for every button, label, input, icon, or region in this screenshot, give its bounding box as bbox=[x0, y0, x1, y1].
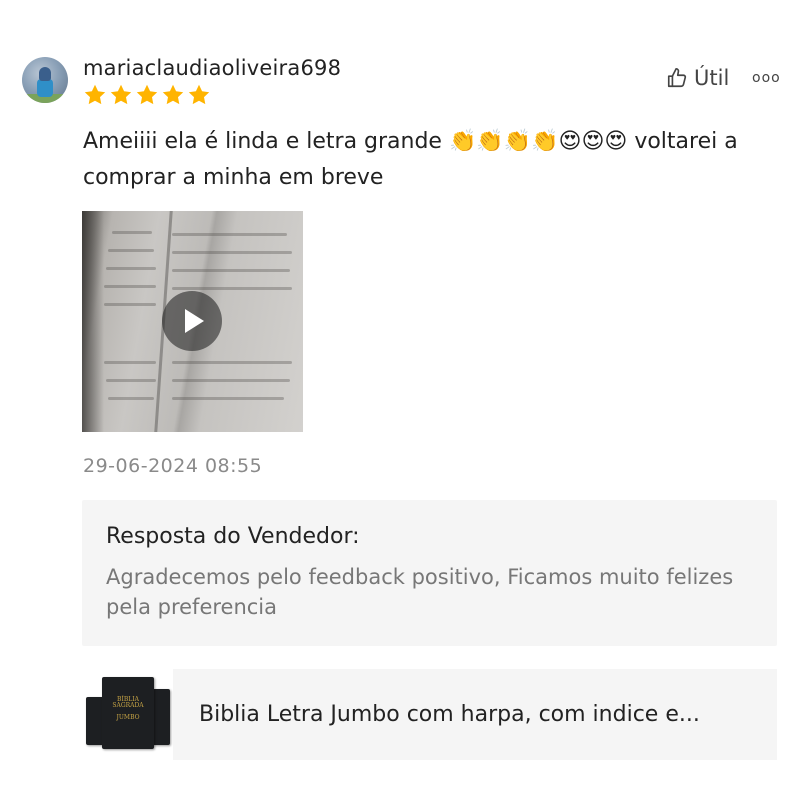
play-button[interactable] bbox=[162, 291, 222, 351]
star-icon bbox=[162, 84, 184, 105]
reviewer-username: mariaclaudiaoliveira698 bbox=[83, 56, 342, 80]
star-rating bbox=[83, 83, 211, 107]
star-icon bbox=[110, 84, 132, 105]
star-icon bbox=[136, 84, 158, 105]
star-icon bbox=[84, 84, 106, 105]
product-title: Biblia Letra Jumbo com harpa, com indice… bbox=[199, 702, 700, 727]
product-card[interactable]: BÍBLIA SAGRADA JUMBO Biblia Letra Jumbo co… bbox=[82, 669, 777, 760]
helpful-label: Útil bbox=[694, 66, 730, 90]
star-icon bbox=[188, 84, 210, 105]
review-text: Ameiiii ela é linda e letra grande 👏👏👏👏😍… bbox=[83, 129, 738, 190]
play-icon bbox=[185, 309, 204, 333]
seller-reply-text: Agradecemos pelo feedback positivo, Fica… bbox=[106, 565, 734, 619]
review-video-thumbnail[interactable] bbox=[82, 211, 303, 432]
thumbs-up-icon bbox=[667, 68, 687, 88]
product-thumbnail: BÍBLIA SAGRADA JUMBO bbox=[82, 669, 173, 760]
review-timestamp: 29-06-2024 08:55 bbox=[83, 455, 263, 477]
helpful-button[interactable]: Útil bbox=[666, 66, 729, 90]
product-thumbnail-cover-text: BÍBLIA SAGRADA JUMBO bbox=[112, 696, 144, 721]
more-options-button[interactable]: ooo bbox=[752, 70, 781, 86]
seller-reply-title: Resposta do Vendedor: bbox=[106, 524, 360, 549]
seller-reply-box: Resposta do Vendedor: Agradecemos pelo f… bbox=[82, 500, 777, 646]
avatar[interactable] bbox=[22, 57, 68, 103]
